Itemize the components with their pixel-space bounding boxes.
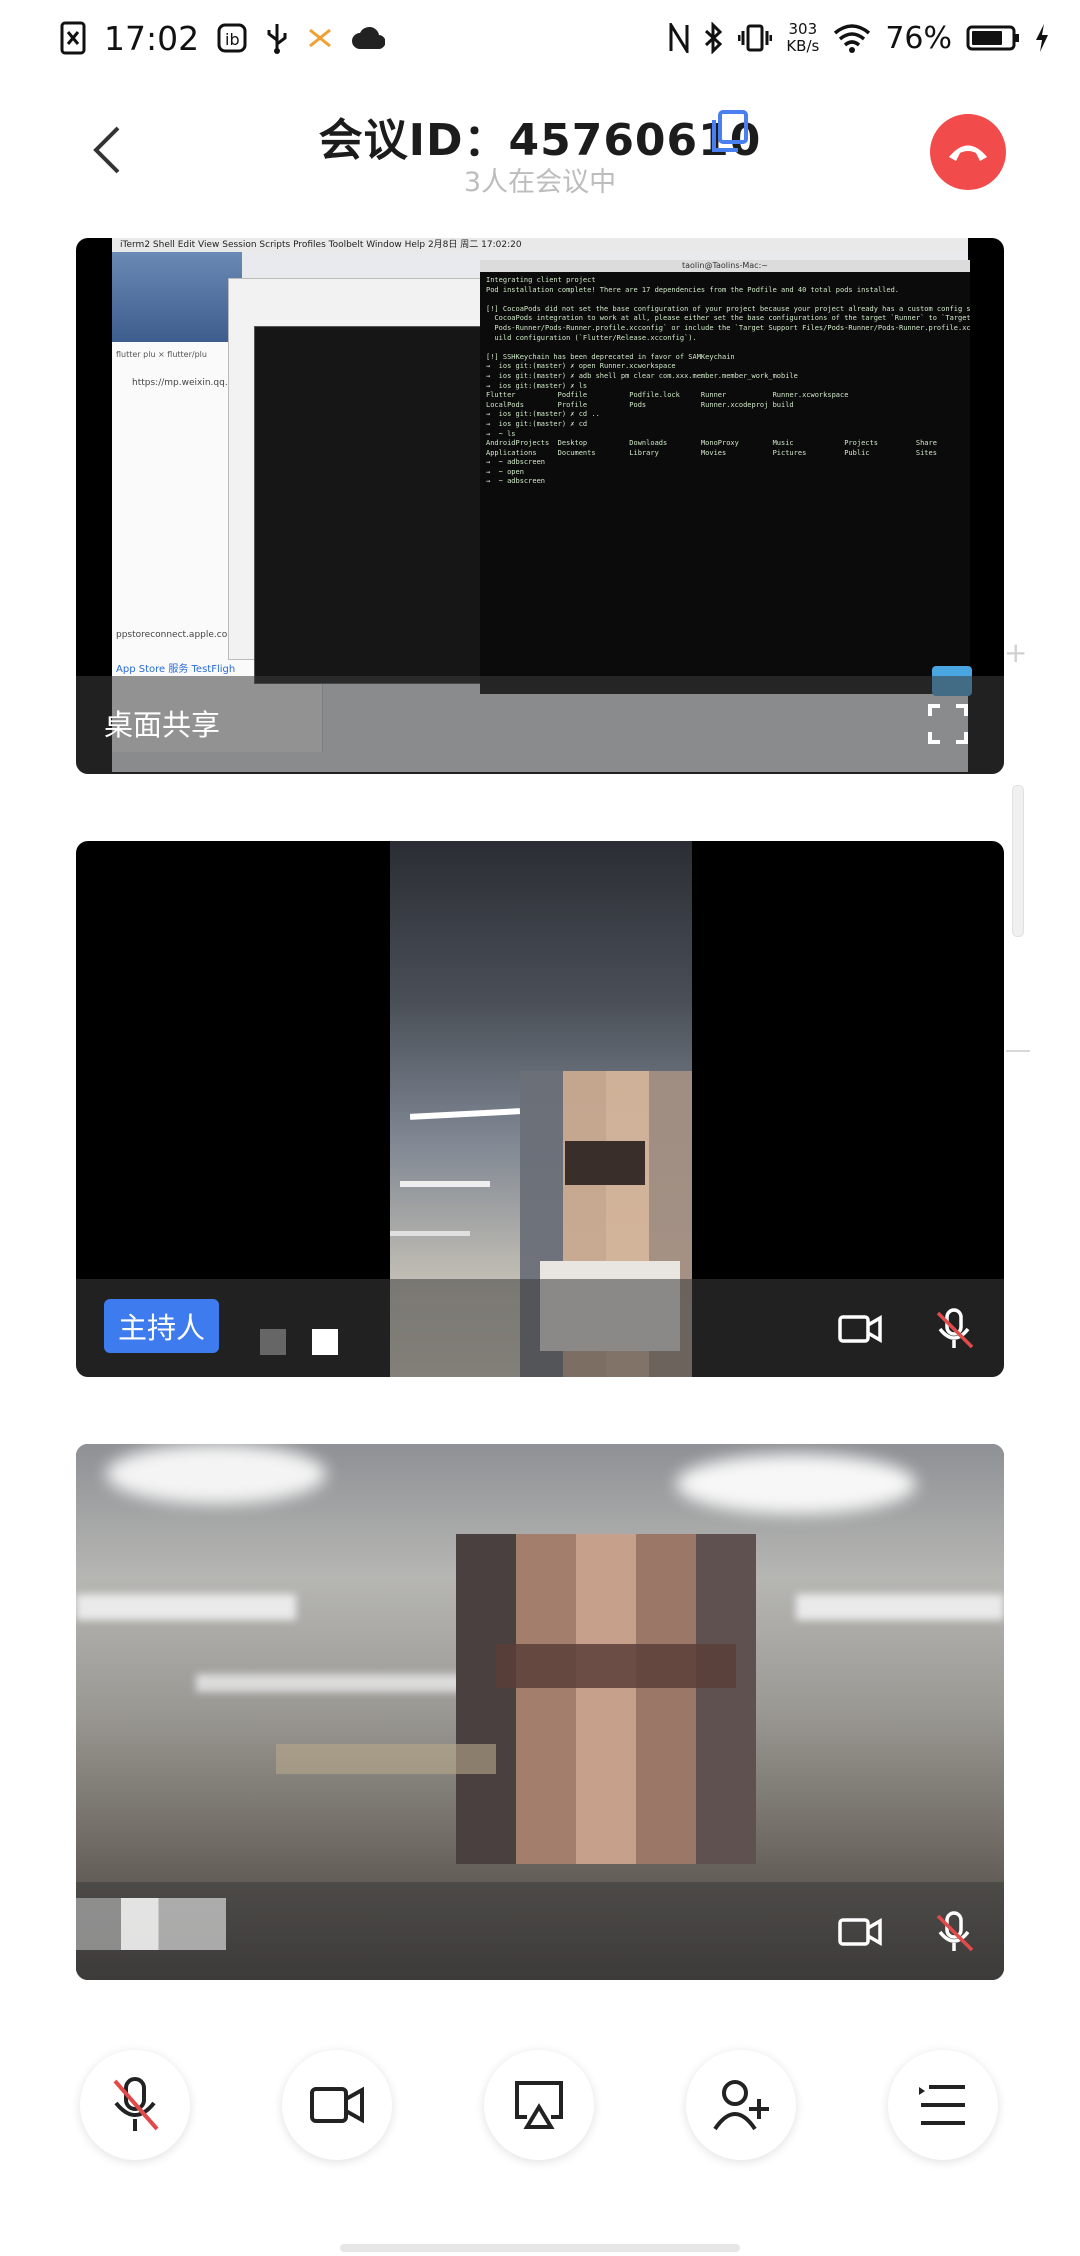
participants-status: 3人在会议中 xyxy=(463,167,617,198)
side-scrollbar[interactable] xyxy=(1012,785,1024,937)
terminal-output: Integrating client project Pod installat… xyxy=(486,276,970,486)
wifi-icon xyxy=(833,23,871,53)
app-notification-icon-2 xyxy=(307,26,333,50)
vibrate-icon xyxy=(738,23,773,53)
add-user-icon xyxy=(713,2080,769,2131)
desktop-wallpaper xyxy=(112,252,242,342)
battery-icon xyxy=(966,24,1020,52)
toggle-camera-button[interactable] xyxy=(282,2050,392,2160)
cloud-icon xyxy=(351,25,386,51)
mic-muted-icon xyxy=(936,1308,974,1349)
hangup-button[interactable] xyxy=(930,114,1006,190)
network-speed: 303 KB/s xyxy=(786,20,820,55)
nfc-icon xyxy=(668,23,690,53)
camera-icon xyxy=(838,1917,882,1947)
more-menu-button[interactable] xyxy=(888,2050,998,2160)
mic-status-button[interactable] xyxy=(932,1910,976,1954)
usb-icon xyxy=(265,22,289,54)
menu-icon xyxy=(919,2085,965,2125)
shared-terminal-window: taolin@Taolins-Mac:~ Integrating client … xyxy=(480,260,970,694)
fullscreen-button[interactable] xyxy=(928,704,968,744)
camera-icon xyxy=(838,1314,882,1344)
status-time: 17:02 xyxy=(104,18,200,58)
shared-screen-menubar: iTerm2 Shell Edit View Session Scripts P… xyxy=(112,238,968,252)
screen-share-button[interactable] xyxy=(484,2050,594,2160)
toggle-mic-button[interactable] xyxy=(80,2050,190,2160)
participant-name-redacted xyxy=(76,1898,226,1950)
participant-name-redacted-2 xyxy=(312,1329,338,1355)
fullscreen-icon xyxy=(928,704,968,744)
bottom-toolbar xyxy=(0,2050,1080,2160)
host-video-tile[interactable]: 主持人 xyxy=(76,841,1004,1377)
mic-status-button[interactable] xyxy=(932,1307,976,1351)
mic-muted-icon xyxy=(936,1911,974,1952)
add-participant-button[interactable] xyxy=(686,2050,796,2160)
copy-meeting-id-button[interactable] xyxy=(708,110,748,154)
screen-share-label: 桌面共享 xyxy=(104,708,221,742)
phone-hangup-icon xyxy=(949,145,987,161)
mic-muted-icon xyxy=(113,2077,159,2131)
app-notification-icon: ib xyxy=(217,23,247,53)
svg-text:ib: ib xyxy=(225,30,240,49)
camera-icon xyxy=(310,2086,364,2124)
side-minus-icon xyxy=(1006,1050,1030,1052)
screen-share-icon xyxy=(515,2081,563,2129)
battery-percentage: 76% xyxy=(885,20,952,56)
camera-status-button[interactable] xyxy=(838,1307,882,1351)
notification-x-icon xyxy=(60,21,86,55)
meeting-id-title: 会议ID：45760610 xyxy=(318,115,762,166)
screen-share-tile[interactable]: iTerm2 Shell Edit View Session Scripts P… xyxy=(76,238,1004,774)
camera-status-button[interactable] xyxy=(838,1910,882,1954)
side-plus-icon: + xyxy=(1004,636,1028,669)
pixelated-face xyxy=(456,1534,756,1864)
charging-icon xyxy=(1034,23,1050,53)
participant-name-redacted xyxy=(260,1329,286,1355)
host-badge: 主持人 xyxy=(104,1299,220,1353)
home-indicator[interactable] xyxy=(340,2244,740,2252)
bluetooth-icon xyxy=(704,22,724,54)
participant-video-tile[interactable] xyxy=(76,1444,1004,1980)
copy-icon xyxy=(712,110,748,152)
status-bar: 17:02 ib 303 KB/s 76% xyxy=(0,0,1080,76)
